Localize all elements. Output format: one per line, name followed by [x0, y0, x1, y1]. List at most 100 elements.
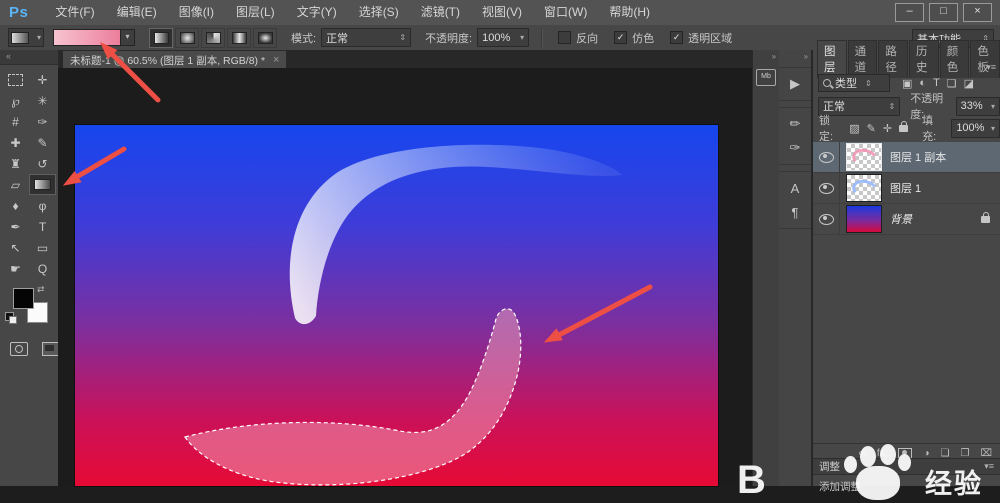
close-button[interactable]: ×	[963, 3, 992, 22]
diamond-gradient-button[interactable]	[253, 28, 277, 48]
transparency-checkbox[interactable]: ✓	[670, 31, 683, 44]
tab-close-icon[interactable]: ×	[273, 54, 279, 66]
menu-select[interactable]: 选择(S)	[348, 0, 410, 25]
dither-label[interactable]: 仿色	[632, 30, 654, 46]
delete-layer-button[interactable]: ⌧	[980, 448, 992, 459]
tool-preset-picker[interactable]: ▾	[8, 28, 44, 47]
filter-type-icon[interactable]: T	[933, 77, 940, 90]
visibility-toggle[interactable]	[813, 142, 840, 172]
reverse-label[interactable]: 反向	[576, 30, 598, 46]
layer-thumbnail[interactable]	[846, 205, 882, 233]
shape-tool[interactable]: ▭	[29, 237, 56, 258]
panel-menu-icon[interactable]: ▾≡	[984, 461, 994, 472]
menu-edit[interactable]: 编辑(E)	[106, 0, 168, 25]
radial-gradient-button[interactable]	[175, 28, 199, 48]
tab-layers[interactable]: 图层	[817, 40, 847, 78]
expand-dock-icon[interactable]: ››	[753, 50, 779, 61]
transparency-label[interactable]: 透明区域	[688, 30, 732, 46]
layer-row-background[interactable]: 背景	[813, 204, 1000, 235]
lock-pixels-icon[interactable]: ✎	[867, 122, 876, 135]
gradient-picker-arrow[interactable]: ▾	[120, 30, 134, 45]
layer-name[interactable]: 图层 1 副本	[890, 149, 946, 165]
menu-filter[interactable]: 滤镜(T)	[410, 0, 471, 25]
visibility-toggle[interactable]	[813, 173, 840, 203]
rectangular-marquee-tool[interactable]	[2, 69, 29, 90]
new-group-button[interactable]: ❏	[941, 448, 950, 459]
brush-panel-icon[interactable]: ✏	[779, 112, 811, 136]
default-colors-icon[interactable]	[5, 312, 14, 321]
angle-gradient-button[interactable]	[201, 28, 225, 48]
layer-filter-dropdown[interactable]: 类型 ⇕	[818, 74, 890, 92]
gradient-preview-bar[interactable]	[54, 30, 120, 45]
layer-thumbnail[interactable]	[846, 174, 882, 202]
filter-smart-icon[interactable]: ◪	[964, 77, 974, 90]
gradient-tool[interactable]	[29, 174, 56, 195]
mode-dropdown[interactable]: 正常 ⇕	[321, 28, 411, 47]
lasso-tool[interactable]: ℘	[2, 90, 29, 111]
layer-row-1[interactable]: 图层 1	[813, 173, 1000, 204]
layer-name[interactable]: 背景	[890, 211, 912, 227]
toolbar-collapse-icon[interactable]: ‹‹	[0, 50, 58, 65]
hand-tool[interactable]: ☛	[2, 258, 29, 279]
filter-pixel-icon[interactable]: ▣	[902, 77, 912, 90]
dodge-tool[interactable]: φ	[29, 195, 56, 216]
move-tool[interactable]: ✛	[29, 69, 56, 90]
actions-panel-icon[interactable]: ▶	[779, 72, 811, 96]
menu-type[interactable]: 文字(Y)	[286, 0, 348, 25]
tab-color[interactable]: 颜色	[940, 40, 970, 78]
document-tab[interactable]: 未标题-1 @ 60.5% (图层 1 副本, RGB/8) * ×	[62, 50, 287, 69]
panel-menu-icon[interactable]: ▾≡	[986, 62, 996, 73]
link-layers-button[interactable]: ∞	[859, 448, 866, 459]
dither-checkbox[interactable]: ✓	[614, 31, 627, 44]
filter-adjustment-icon[interactable]: ◐	[919, 77, 926, 90]
lock-all-icon[interactable]	[899, 125, 908, 132]
lock-transparency-icon[interactable]: ▨	[849, 122, 859, 135]
canvas[interactable]	[75, 125, 718, 486]
quick-selection-tool[interactable]: ✳	[29, 90, 56, 111]
filter-group-icon[interactable]: ❏	[947, 77, 957, 90]
crop-tool[interactable]: #	[2, 111, 29, 132]
swap-colors-icon[interactable]: ⇄	[37, 284, 45, 295]
reflected-gradient-button[interactable]	[227, 28, 251, 48]
zoom-tool[interactable]: Q	[29, 258, 56, 279]
layer-thumbnail[interactable]	[846, 143, 882, 171]
linear-gradient-button[interactable]	[149, 28, 173, 48]
foreground-color-swatch[interactable]	[13, 288, 34, 309]
menu-window[interactable]: 窗口(W)	[533, 0, 598, 25]
eraser-tool[interactable]: ▱	[2, 174, 29, 195]
brush-tool[interactable]: ✎	[29, 132, 56, 153]
menu-file[interactable]: 文件(F)	[44, 0, 105, 25]
tab-channels[interactable]: 通道	[848, 40, 878, 78]
menu-image[interactable]: 图像(I)	[168, 0, 225, 25]
expand-dock-icon[interactable]: ››	[779, 50, 811, 61]
menu-view[interactable]: 视图(V)	[471, 0, 533, 25]
quick-mask-button[interactable]	[10, 342, 28, 356]
clone-source-panel-icon[interactable]: ✑	[779, 136, 811, 160]
menu-layer[interactable]: 图层(L)	[225, 0, 286, 25]
maximize-button[interactable]: □	[929, 3, 958, 22]
reverse-checkbox[interactable]: ✓	[558, 31, 571, 44]
gradient-preview[interactable]: ▾	[53, 29, 135, 46]
clone-stamp-tool[interactable]: ♜	[2, 153, 29, 174]
pen-tool[interactable]: ✒	[2, 216, 29, 237]
fill-dropdown[interactable]: 100% ▾	[951, 119, 1000, 138]
layer-style-button[interactable]: fx.	[877, 448, 888, 459]
tab-history[interactable]: 历史	[909, 40, 939, 78]
character-panel-icon[interactable]: A	[779, 176, 811, 200]
adjustment-layer-button[interactable]: ◑	[923, 448, 929, 459]
new-layer-button[interactable]: ❐	[961, 448, 970, 459]
opacity-dropdown[interactable]: 100% ▾	[477, 28, 529, 47]
menu-help[interactable]: 帮助(H)	[598, 0, 661, 25]
tab-paths[interactable]: 路径	[878, 40, 908, 78]
path-selection-tool[interactable]: ↖	[2, 237, 29, 258]
add-mask-button[interactable]	[898, 448, 912, 459]
blur-tool[interactable]: ♦	[2, 195, 29, 216]
layer-name[interactable]: 图层 1	[890, 180, 921, 196]
visibility-toggle[interactable]	[813, 204, 840, 234]
paragraph-panel-icon[interactable]: ¶	[779, 200, 811, 224]
mini-bridge-icon[interactable]: Mb	[756, 69, 776, 86]
lock-position-icon[interactable]: ✛	[883, 122, 892, 135]
eyedropper-tool[interactable]: ✑	[29, 111, 56, 132]
minimize-button[interactable]: –	[895, 3, 924, 22]
history-brush-tool[interactable]: ↺	[29, 153, 56, 174]
